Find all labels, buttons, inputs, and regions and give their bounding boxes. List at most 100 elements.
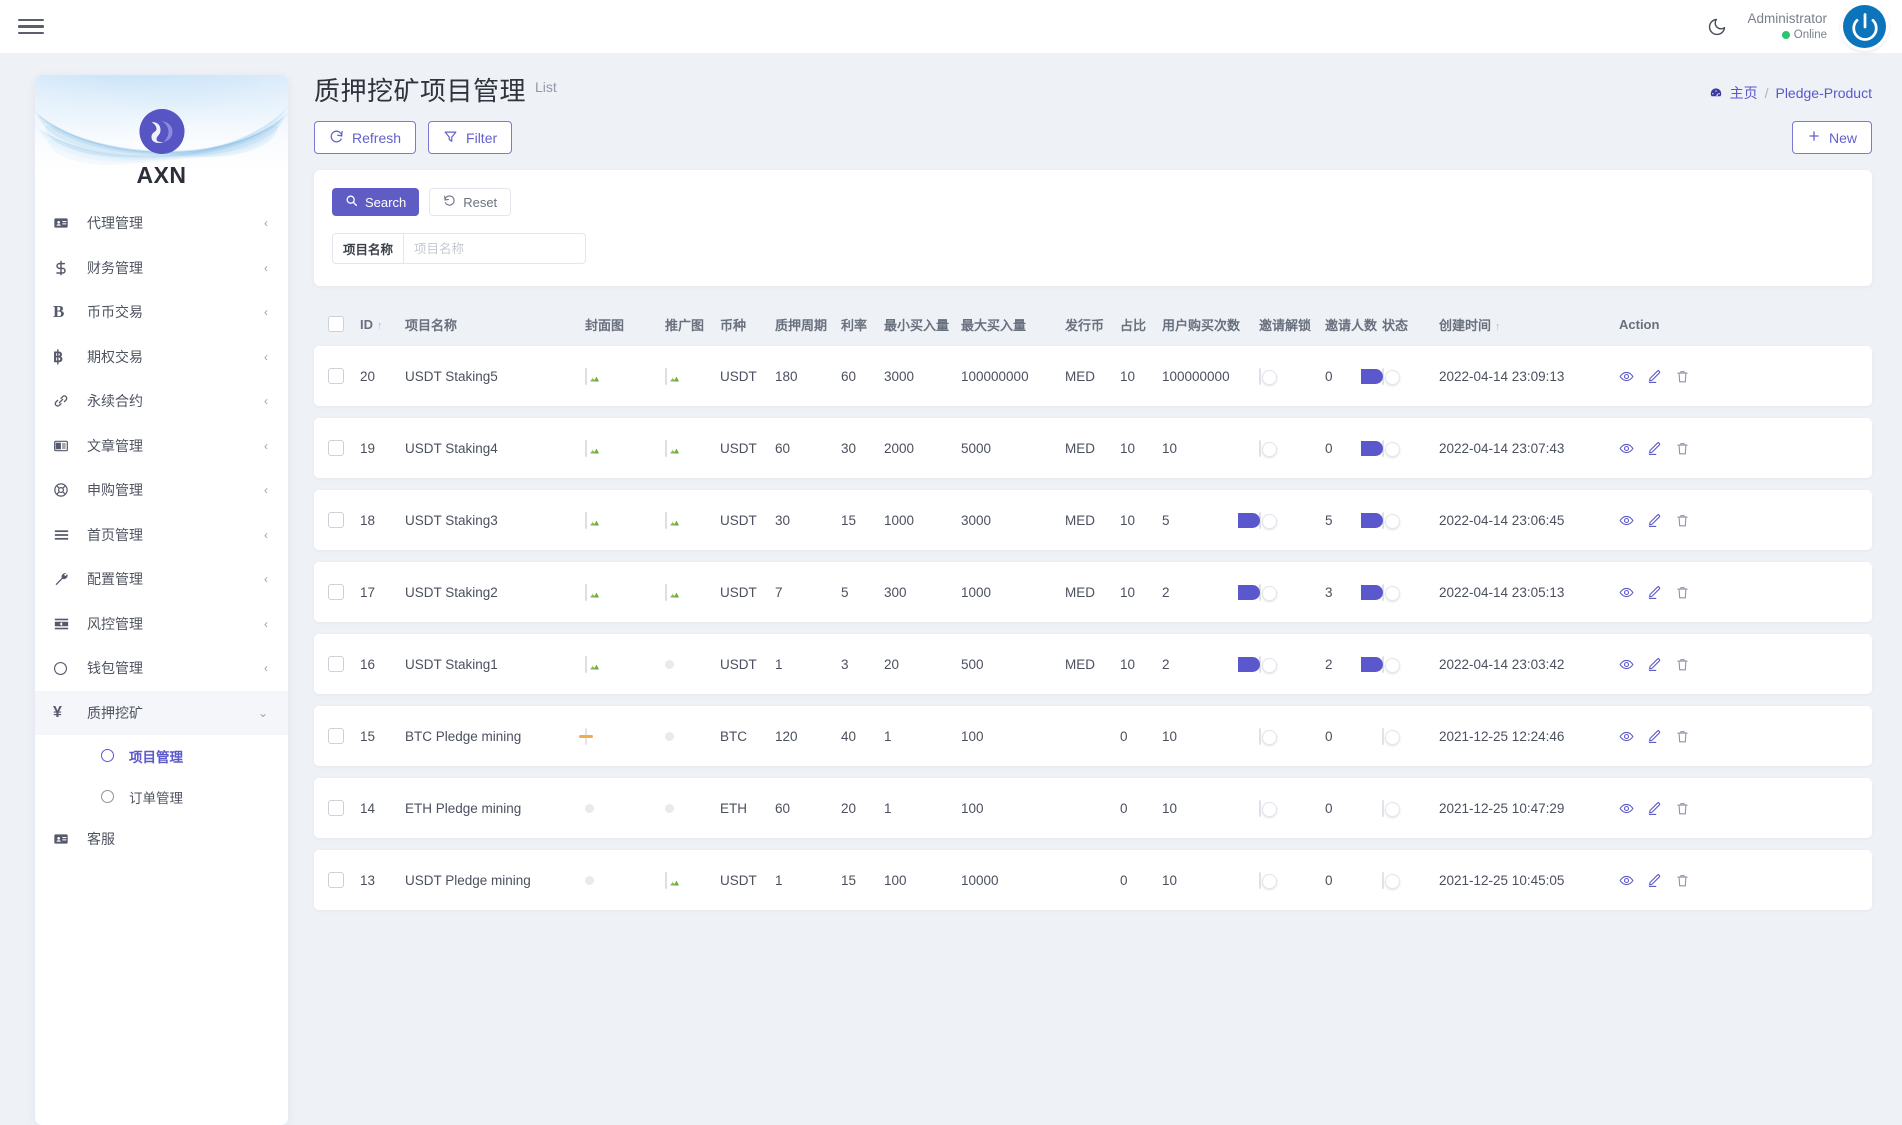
sidebar-item-pledge-mining[interactable]: ¥ 质押挖矿 ⌄ [35,691,288,736]
promo-image-thumbnail[interactable] [665,872,667,889]
status-toggle[interactable] [1382,872,1384,889]
select-all-checkbox[interactable] [328,316,344,332]
pencil-icon[interactable] [1647,441,1662,456]
trash-icon[interactable] [1675,873,1690,888]
row-checkbox[interactable] [328,512,344,528]
row-checkbox[interactable] [328,728,344,744]
pencil-icon[interactable] [1647,729,1662,744]
status-toggle[interactable] [1382,800,1384,817]
th-id[interactable]: ID↑ [360,317,405,332]
table-row[interactable]: 19 USDT Staking4 USDT 60 30 2000 5000 ME… [314,418,1872,478]
sidebar-item-finance[interactable]: 财务管理 ‹ [35,246,288,291]
sidebar-item-config[interactable]: 配置管理 ‹ [35,557,288,602]
promo-image-thumbnail[interactable] [665,584,667,601]
pencil-icon[interactable] [1647,873,1662,888]
table-row[interactable]: 18 USDT Staking3 USDT 30 15 1000 3000 ME… [314,490,1872,550]
sidebar-item-options-trade[interactable]: ฿ 期权交易 ‹ [35,335,288,380]
trash-icon[interactable] [1675,369,1690,384]
eye-icon[interactable] [1619,873,1634,888]
eye-icon[interactable] [1619,513,1634,528]
trash-icon[interactable] [1675,729,1690,744]
pencil-icon[interactable] [1647,369,1662,384]
filter-button[interactable]: Filter [428,121,512,154]
invite-unlock-toggle[interactable] [1259,440,1261,457]
table-row[interactable]: 15 BTC Pledge mining BTC 120 40 1 100 0 … [314,706,1872,766]
invite-unlock-toggle[interactable] [1259,728,1261,745]
new-button[interactable]: New [1792,121,1872,154]
invite-unlock-toggle[interactable] [1259,584,1261,601]
online-dot-icon [1782,31,1790,39]
cover-image-thumbnail[interactable] [585,656,587,673]
user-info[interactable]: Administrator Online [1747,11,1827,42]
row-checkbox[interactable] [328,368,344,384]
sidebar-item-wallet[interactable]: 钱包管理 ‹ [35,646,288,691]
eye-icon[interactable] [1619,729,1634,744]
trash-icon[interactable] [1675,513,1690,528]
eye-icon[interactable] [1619,657,1634,672]
pencil-icon[interactable] [1647,585,1662,600]
avatar[interactable] [1843,5,1886,48]
cover-image-thumbnail[interactable] [585,512,587,529]
sidebar-item-subscription[interactable]: 申购管理 ‹ [35,468,288,513]
moon-icon[interactable] [1703,13,1731,41]
cover-image-thumbnail[interactable] [585,440,587,457]
row-checkbox[interactable] [328,800,344,816]
sidebar-item-agent[interactable]: 代理管理 ‹ [35,201,288,246]
invite-unlock-toggle[interactable] [1259,872,1261,889]
promo-image-thumbnail[interactable] [665,368,667,385]
breadcrumb-current-link[interactable]: Pledge-Product [1775,85,1872,101]
sidebar-item-perpetual[interactable]: 永续合约 ‹ [35,379,288,424]
table-row[interactable]: 16 USDT Staking1 USDT 1 3 20 500 MED 10 … [314,634,1872,694]
th-created[interactable]: 创建时间↑ [1439,315,1619,334]
row-checkbox[interactable] [328,440,344,456]
sidebar-item-riskcontrol[interactable]: 风控管理 ‹ [35,602,288,647]
table-row[interactable]: 20 USDT Staking5 USDT 180 60 3000 100000… [314,346,1872,406]
status-toggle[interactable] [1382,440,1384,457]
row-checkbox[interactable] [328,872,344,888]
promo-image-thumbnail[interactable] [665,512,667,529]
invite-unlock-toggle[interactable] [1259,656,1261,673]
status-toggle[interactable] [1382,368,1384,385]
breadcrumb-home-link[interactable]: 主页 [1730,83,1758,103]
sidebar-item-coin-trade[interactable]: B 币币交易 ‹ [35,290,288,335]
search-button[interactable]: Search [332,188,419,216]
eye-icon[interactable] [1619,585,1634,600]
project-name-input[interactable] [403,233,586,264]
hamburger-icon[interactable] [18,19,44,34]
status-toggle[interactable] [1382,512,1384,529]
cover-image-thumbnail[interactable] [585,368,587,385]
row-checkbox[interactable] [328,656,344,672]
eye-icon[interactable] [1619,441,1634,456]
sidebar-item-article[interactable]: 文章管理 ‹ [35,424,288,469]
refresh-button[interactable]: Refresh [314,121,416,154]
promo-image-thumbnail[interactable] [665,440,667,457]
reset-button[interactable]: Reset [429,188,511,216]
status-toggle[interactable] [1382,728,1384,745]
pencil-icon[interactable] [1647,657,1662,672]
trash-icon[interactable] [1675,801,1690,816]
trash-icon[interactable] [1675,441,1690,456]
invite-unlock-toggle[interactable] [1259,800,1261,817]
status-toggle[interactable] [1382,584,1384,601]
cell-created: 2022-04-14 23:07:43 [1439,441,1619,456]
lines-icon [53,527,79,543]
cover-image-thumbnail[interactable] [585,584,587,601]
table-row[interactable]: 13 USDT Pledge mining USDT 1 15 100 1000… [314,850,1872,910]
status-toggle[interactable] [1382,656,1384,673]
eye-icon[interactable] [1619,801,1634,816]
table-row[interactable]: 14 ETH Pledge mining ETH 60 20 1 100 0 1… [314,778,1872,838]
sidebar-subitem-order-management[interactable]: 订单管理 [35,776,288,817]
table-row[interactable]: 17 USDT Staking2 USDT 7 5 300 1000 MED 1… [314,562,1872,622]
trash-icon[interactable] [1675,657,1690,672]
trash-icon[interactable] [1675,585,1690,600]
row-checkbox[interactable] [328,584,344,600]
pencil-icon[interactable] [1647,513,1662,528]
sidebar-item-homepage[interactable]: 首页管理 ‹ [35,513,288,558]
sidebar-subitem-project-management[interactable]: 项目管理 [35,735,288,776]
pencil-icon[interactable] [1647,801,1662,816]
eye-icon[interactable] [1619,369,1634,384]
cover-image-thumbnail[interactable] [585,728,587,745]
sidebar-item-customer-service[interactable]: 客服 [35,817,288,862]
invite-unlock-toggle[interactable] [1259,512,1261,529]
invite-unlock-toggle[interactable] [1259,368,1261,385]
